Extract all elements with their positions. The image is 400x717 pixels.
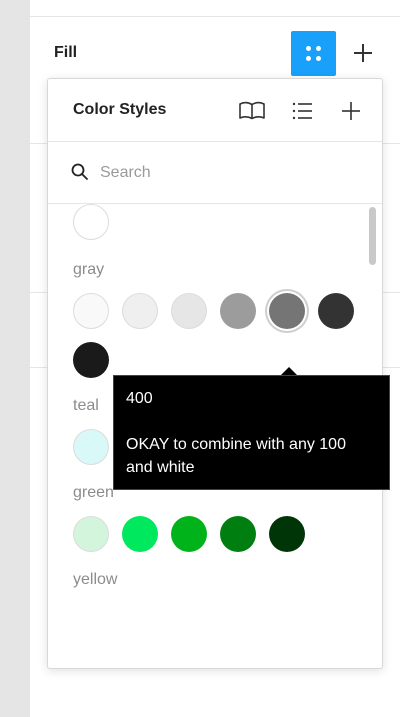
color-swatch[interactable]	[73, 204, 109, 240]
fill-title: Fill	[54, 44, 78, 61]
color-swatch[interactable]	[73, 293, 109, 329]
color-swatch[interactable]	[122, 293, 158, 329]
color-swatch[interactable]	[220, 516, 256, 552]
create-style-button[interactable]	[335, 95, 367, 127]
tooltip-description: and white	[126, 459, 195, 476]
tooltip-title: 400	[126, 390, 153, 407]
color-swatch[interactable]	[171, 293, 207, 329]
styles-grid-icon	[306, 46, 311, 51]
canvas-edge	[0, 0, 30, 717]
search-icon	[71, 163, 88, 180]
list-view-icon	[292, 102, 312, 120]
panel-header: Color Styles	[48, 79, 382, 142]
section-label: yellow	[73, 571, 118, 588]
color-swatch[interactable]	[73, 429, 109, 465]
style-tooltip: 400 OKAY to combine with any 100 and whi…	[113, 375, 390, 490]
plus-icon	[342, 102, 360, 120]
color-swatch[interactable]	[122, 516, 158, 552]
color-styles-panel: Color Styles Search gray teal green yell…	[47, 78, 383, 669]
add-fill-button[interactable]	[350, 40, 376, 66]
color-swatch[interactable]	[220, 293, 256, 329]
color-swatch[interactable]	[269, 293, 305, 329]
scrollbar-thumb[interactable]	[369, 207, 376, 265]
color-swatch[interactable]	[269, 516, 305, 552]
search-input[interactable]	[100, 160, 340, 186]
section-label: teal	[73, 397, 99, 414]
tooltip-description: OKAY to combine with any 100	[126, 436, 346, 453]
tooltip-arrow	[281, 367, 297, 375]
color-swatch[interactable]	[73, 342, 109, 378]
search-row	[48, 142, 382, 204]
panel-title: Color Styles	[73, 101, 167, 118]
library-book-icon	[239, 101, 265, 120]
section-label: green	[73, 484, 114, 501]
color-swatch[interactable]	[318, 293, 354, 329]
section-label: gray	[73, 261, 105, 278]
library-button[interactable]	[236, 95, 268, 127]
style-picker-button[interactable]	[291, 31, 336, 76]
color-swatch[interactable]	[73, 516, 109, 552]
color-swatch[interactable]	[171, 516, 207, 552]
list-view-button[interactable]	[286, 95, 318, 127]
